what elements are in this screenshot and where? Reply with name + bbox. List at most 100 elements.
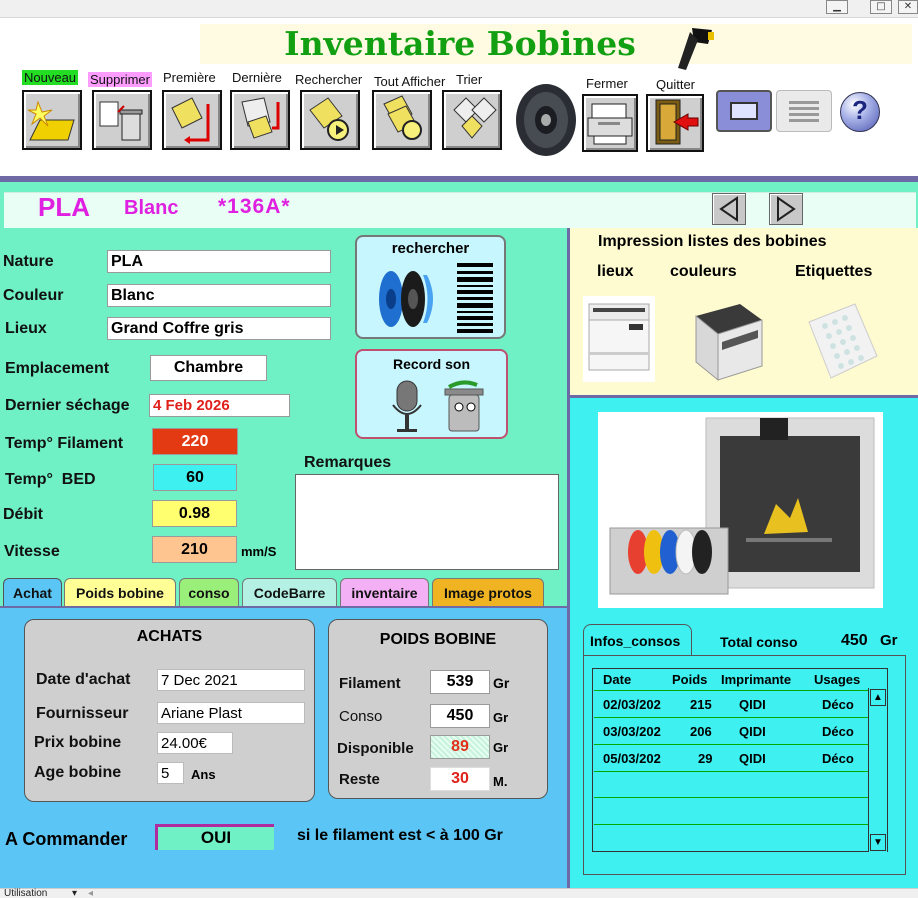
- row-usages: Déco: [822, 697, 854, 712]
- disponible-field[interactable]: 89: [430, 735, 490, 759]
- emplacement-label: Emplacement: [5, 360, 110, 377]
- remarques-textarea[interactable]: [295, 474, 559, 570]
- row-date: 03/03/202: [603, 724, 661, 739]
- trier-label: Trier: [456, 72, 483, 87]
- tab-poids-bobine[interactable]: Poids bobine: [64, 578, 176, 608]
- fermer-button[interactable]: [582, 94, 638, 152]
- row-date: 02/03/202: [603, 697, 661, 712]
- vitesse-field[interactable]: 210: [152, 536, 237, 563]
- premiere-button[interactable]: [162, 90, 222, 150]
- temp-filament-field[interactable]: 220: [152, 428, 238, 455]
- print-couleurs-label: couleurs: [670, 263, 737, 280]
- help-icon: ?: [852, 95, 868, 125]
- couleur-field[interactable]: Blanc: [107, 284, 331, 307]
- window-titlebar: [0, 0, 918, 18]
- print-lieux-button[interactable]: [583, 296, 655, 382]
- emplacement-field[interactable]: Chambre: [150, 355, 267, 381]
- remarques-label: Remarques: [304, 454, 392, 471]
- derniere-label: Dernière: [232, 70, 282, 85]
- row-imprimante: QIDI: [739, 697, 766, 712]
- filament-field[interactable]: 539: [430, 670, 490, 694]
- print-etiquettes-button[interactable]: [805, 300, 881, 382]
- trier-button[interactable]: [442, 90, 502, 150]
- total-conso-unit: Gr: [880, 632, 898, 649]
- supprimer-label: Supprimer: [88, 72, 152, 87]
- first-record-icon: [171, 97, 210, 144]
- age-bobine-field[interactable]: 5: [157, 762, 184, 784]
- sort-icon: [453, 97, 497, 139]
- printer-photo: [598, 412, 883, 608]
- tab-codebarre[interactable]: CodeBarre: [242, 578, 337, 608]
- achats-title: ACHATS: [136, 628, 203, 645]
- col-date: Date: [603, 672, 632, 687]
- temp-bed-field[interactable]: 60: [153, 464, 237, 491]
- table-scrollbar[interactable]: ▲ ▼: [868, 688, 887, 852]
- scroll-down-icon[interactable]: ▼: [870, 834, 886, 851]
- form-view-button[interactable]: [716, 90, 772, 132]
- form-view-icon: [730, 102, 758, 120]
- row-imprimante: QIDI: [739, 751, 766, 766]
- debit-field[interactable]: 0.98: [152, 500, 237, 527]
- sechage-field[interactable]: 4 Feb 2026: [149, 394, 290, 417]
- minimize-icon[interactable]: ▁: [826, 0, 848, 14]
- row-imprimante: QIDI: [739, 724, 766, 739]
- table-rule: [594, 824, 868, 825]
- tab-inventaire[interactable]: inventaire: [340, 578, 429, 608]
- header-type: PLA: [38, 192, 90, 222]
- next-record-button[interactable]: [769, 193, 803, 225]
- filament-spool-icon: [516, 84, 576, 156]
- record-son-button[interactable]: Record son: [355, 349, 508, 439]
- filament-unit: Gr: [493, 675, 510, 691]
- close-icon[interactable]: ✕: [898, 0, 918, 14]
- maximize-icon[interactable]: □: [870, 0, 892, 14]
- table-row[interactable]: 05/03/202 29 QIDI Déco: [594, 745, 868, 771]
- triangle-right-icon: [777, 196, 796, 222]
- header-color: Blanc: [124, 197, 179, 219]
- nouveau-label: Nouveau: [22, 70, 79, 85]
- tout-afficher-button[interactable]: [372, 90, 432, 150]
- row-usages: Déco: [822, 751, 854, 766]
- last-record-icon: [241, 97, 280, 139]
- previous-record-button[interactable]: [712, 193, 746, 225]
- list-view-button[interactable]: [776, 90, 832, 132]
- print-panel-title: Impression listes des bobines: [598, 233, 827, 250]
- nature-label: Nature: [3, 253, 54, 270]
- printer-icon: [587, 103, 633, 145]
- table-row[interactable]: 02/03/202 215 QIDI Déco: [594, 691, 868, 717]
- rechercher-button[interactable]: [300, 90, 360, 150]
- help-button[interactable]: ?: [840, 92, 880, 132]
- fournisseur-field[interactable]: Ariane Plast: [157, 702, 305, 724]
- tab-conso[interactable]: conso: [179, 578, 239, 608]
- reste-field[interactable]: 30: [430, 767, 490, 791]
- nature-field[interactable]: PLA: [107, 250, 331, 273]
- couleur-label: Couleur: [3, 287, 64, 304]
- date-achat-field[interactable]: 7 Dec 2021: [157, 669, 305, 691]
- tab-infos-consos[interactable]: Infos_consos: [583, 624, 692, 656]
- scroll-up-icon[interactable]: ▲: [870, 689, 886, 706]
- quitter-button[interactable]: [646, 94, 704, 152]
- table-row[interactable]: 03/03/202 206 QIDI Déco: [594, 718, 868, 744]
- lieux-field[interactable]: Grand Coffre gris: [107, 317, 331, 340]
- col-imprimante: Imprimante: [721, 672, 792, 687]
- conso-field[interactable]: 450: [430, 704, 490, 728]
- nouveau-button[interactable]: [22, 90, 82, 150]
- vitesse-label: Vitesse: [4, 543, 60, 560]
- tab-infos-consos-label: Infos_consos: [590, 633, 681, 649]
- commander-value: OUI: [155, 824, 274, 850]
- derniere-button[interactable]: [230, 90, 290, 150]
- triangle-left-icon: [719, 196, 738, 222]
- prix-bobine-label: Prix bobine: [34, 734, 122, 751]
- print-couleurs-button[interactable]: [690, 298, 766, 384]
- sechage-label: Dernier séchage: [5, 397, 130, 414]
- lieux-label: Lieux: [5, 320, 47, 337]
- barcode-icon: [457, 263, 493, 333]
- rechercher-label: Rechercher: [295, 72, 363, 87]
- rechercher-panel-button[interactable]: rechercher: [355, 235, 506, 339]
- age-unit: Ans: [191, 767, 216, 782]
- tab-image-protos[interactable]: Image protos: [432, 578, 544, 608]
- commander-note: si le filament est < à 100 Gr: [297, 827, 503, 844]
- fermer-label: Fermer: [586, 76, 628, 91]
- prix-bobine-field[interactable]: 24.00€: [157, 732, 233, 754]
- supprimer-button[interactable]: [92, 90, 152, 150]
- print-lieux-label: lieux: [597, 263, 634, 280]
